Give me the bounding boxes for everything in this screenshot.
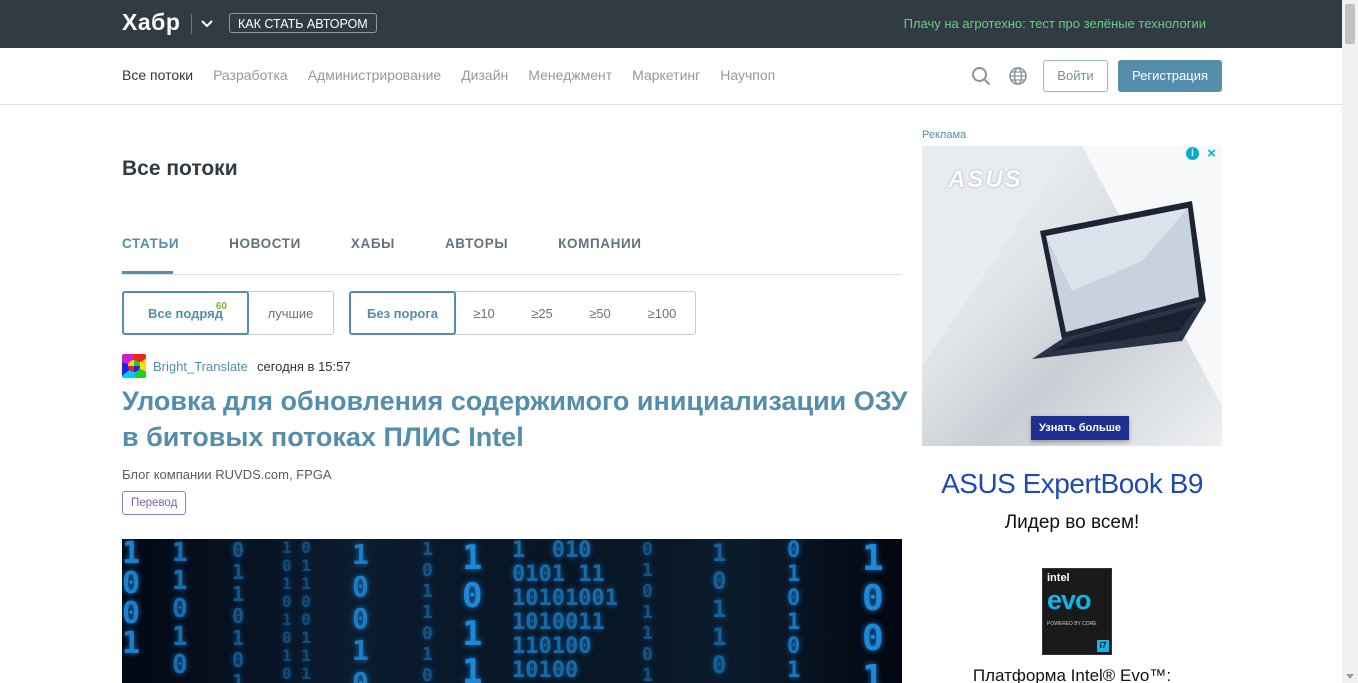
rating-filter-group: Без порога ≥10 ≥25 ≥50 ≥100 [349, 291, 696, 335]
login-button[interactable]: Войти [1043, 60, 1108, 92]
nav-item-marketing[interactable]: Маркетинг [632, 67, 700, 83]
publish-time: сегодня в 15:57 [257, 359, 351, 374]
chevron-down-icon[interactable] [199, 15, 215, 31]
filter-10-label: ≥10 [473, 305, 495, 321]
asus-logo: ASUS [948, 166, 1023, 193]
search-icon[interactable] [971, 66, 991, 86]
author-link[interactable]: Bright_Translate [153, 359, 248, 374]
ad-product-name: ASUS ExpertBook B9 [941, 468, 1203, 499]
article-cover-image[interactable]: 1 0 0 1 1 1 0 1 0 0 1 1 0 1 0 1 1 0 0 1 … [122, 539, 902, 683]
nav-item-all-flows[interactable]: Все потоки [122, 67, 193, 83]
nav-item-development[interactable]: Разработка [213, 67, 288, 83]
new-count-badge: 60 [215, 301, 227, 312]
tab-authors[interactable]: АВТОРЫ [445, 236, 508, 251]
nav-item-administration[interactable]: Администрирование [308, 67, 442, 83]
tab-articles[interactable]: СТАТЬИ [122, 236, 179, 251]
i7-badge: i7 [1097, 640, 1109, 652]
page-title: Все потоки [122, 157, 238, 180]
filter-100-label: ≥100 [647, 305, 677, 321]
top-header: Хабр КАК СТАТЬ АВТОРОМ Плачу на агротехн… [0, 0, 1342, 48]
nav-item-popsci[interactable]: Научпоп [720, 67, 775, 83]
nav-item-management[interactable]: Менеджмент [528, 67, 612, 83]
filter-25-button[interactable]: ≥25 [513, 292, 571, 334]
ad-controls: i × [1186, 146, 1218, 161]
intel-evo-badge: intel evo POWERED BY CORE i7 [1042, 568, 1112, 655]
translation-badge: Перевод [122, 491, 187, 515]
habr-logo[interactable]: Хабр [122, 9, 180, 36]
tab-news[interactable]: НОВОСТИ [229, 236, 301, 251]
intel-core-label: POWERED BY CORE [1047, 621, 1097, 627]
scrollbar-thumb[interactable] [1345, 4, 1355, 44]
tab-companies[interactable]: КОМПАНИИ [558, 236, 641, 251]
learn-more-button[interactable]: Узнать больше [1031, 416, 1130, 440]
tabs-divider [122, 274, 902, 275]
filter-10-button[interactable]: ≥10 [455, 292, 513, 334]
nav-item-design[interactable]: Дизайн [461, 67, 508, 83]
laptop-image [1032, 201, 1206, 359]
scroll-down-icon[interactable] [1346, 674, 1354, 679]
ad-slogan: Лидер во всем! [1004, 512, 1140, 533]
evo-logo: evo [1047, 585, 1092, 615]
page-scrollbar[interactable] [1342, 0, 1358, 683]
article-hubs[interactable]: Блог компании RUVDS.com, FPGA [122, 467, 332, 482]
register-button[interactable]: Регистрация [1118, 60, 1222, 92]
author-avatar[interactable] [122, 354, 146, 378]
filter-50-label: ≥50 [589, 305, 611, 321]
advertisement-banner[interactable]: ASUS i × Узнать больше ASUS ExpertBook B… [922, 146, 1222, 683]
ad-info-icon[interactable]: i [1186, 147, 1199, 160]
article-title-link[interactable]: Уловка для обновления содержимого инициа… [122, 383, 912, 455]
tab-hubs[interactable]: ХАБЫ [351, 236, 395, 251]
filter-all-button[interactable]: Все подряд 60 [122, 291, 249, 335]
sort-filter-group: Все подряд 60 лучшие [122, 291, 334, 335]
content-tabs: СТАТЬИ НОВОСТИ ХАБЫ АВТОРЫ КОМПАНИИ [122, 236, 642, 251]
intel-logo: intel [1047, 572, 1070, 584]
filter-50-button[interactable]: ≥50 [571, 292, 629, 334]
filter-no-threshold-button[interactable]: Без порога [349, 291, 456, 335]
logo-divider [191, 14, 192, 34]
ad-label: Реклама [922, 129, 967, 141]
promo-link[interactable]: Плачу на агротехно: тест про зелёные тех… [904, 16, 1206, 31]
how-to-become-author-button[interactable]: КАК СТАТЬ АВТОРОМ [229, 13, 377, 33]
filter-no-threshold-label: Без порога [367, 305, 438, 321]
close-icon[interactable]: × [1205, 146, 1218, 161]
filter-25-label: ≥25 [531, 305, 553, 321]
filter-100-button[interactable]: ≥100 [629, 292, 695, 334]
filter-best-label: лучшие [267, 305, 314, 321]
globe-icon[interactable] [1008, 66, 1028, 86]
filter-all-label: Все подряд [148, 305, 223, 321]
flows-nav: Все потоки Разработка Администрирование … [122, 67, 775, 83]
filter-best-button[interactable]: лучшие [248, 292, 333, 334]
ad-platform-text: Платформа Intel® Evo™: [972, 666, 1172, 683]
